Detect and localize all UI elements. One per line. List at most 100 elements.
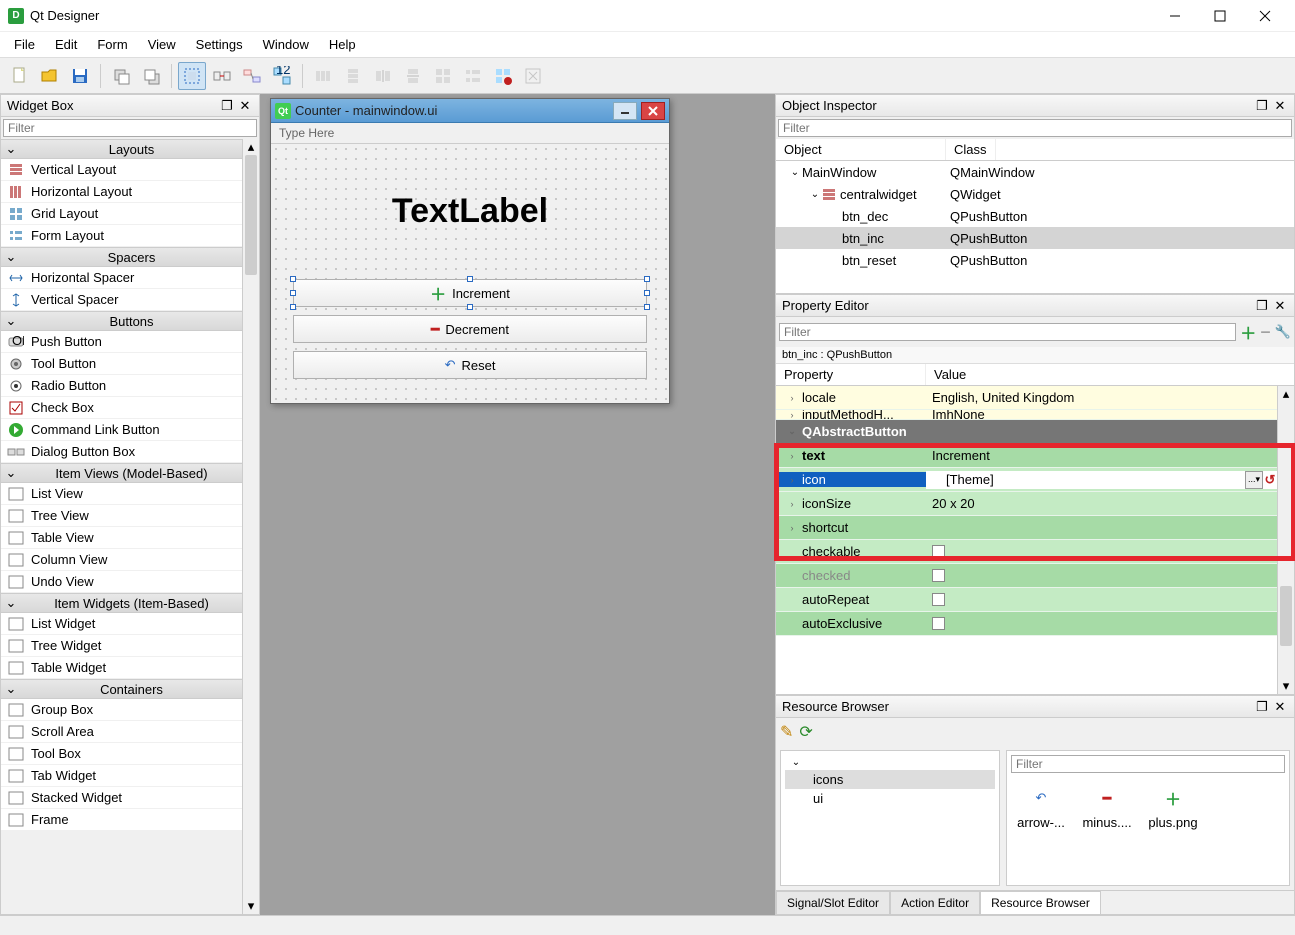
dropdown-button[interactable]: ...▾ — [1245, 471, 1263, 489]
add-property-icon[interactable]: ＋ — [1240, 320, 1256, 344]
widget-item[interactable]: Frame — [1, 809, 242, 831]
scroll-up-icon[interactable]: ▴ — [1278, 386, 1294, 402]
resource-item[interactable]: ━minus.... — [1081, 785, 1133, 830]
selection-handle[interactable] — [290, 276, 296, 282]
layout-form-button[interactable] — [459, 62, 487, 90]
break-layout-button[interactable] — [489, 62, 517, 90]
widget-item[interactable]: List View — [1, 483, 242, 505]
object-tree-row[interactable]: btn_decQPushButton — [776, 205, 1294, 227]
property-expander[interactable]: › — [786, 475, 798, 485]
widget-item[interactable]: Vertical Layout — [1, 159, 242, 181]
widget-item[interactable]: Form Layout — [1, 225, 242, 247]
menu-view[interactable]: View — [138, 33, 186, 56]
property-expander[interactable]: › — [786, 393, 798, 403]
adjust-size-button[interactable] — [519, 62, 547, 90]
property-row[interactable]: ›shortcut — [776, 516, 1277, 540]
property-row[interactable]: autoExclusive — [776, 612, 1277, 636]
tree-expander[interactable]: ⌄ — [808, 189, 822, 200]
selection-handle[interactable] — [290, 304, 296, 310]
widget-item[interactable]: Column View — [1, 549, 242, 571]
resource-item[interactable]: ↶arrow-... — [1015, 785, 1067, 830]
property-row[interactable]: ›localeEnglish, United Kingdom — [776, 386, 1277, 410]
chevron-down-icon[interactable]: ⌄ — [1, 681, 21, 697]
design-button[interactable]: ＋Increment — [293, 279, 647, 307]
selection-handle[interactable] — [467, 304, 473, 310]
form-menu-hint[interactable]: Type Here — [271, 123, 669, 144]
checkbox-icon[interactable] — [932, 617, 945, 630]
widget-box-filter[interactable] — [3, 119, 257, 137]
send-back-button[interactable] — [107, 62, 135, 90]
menu-window[interactable]: Window — [253, 33, 319, 56]
widget-item[interactable]: Tree Widget — [1, 635, 242, 657]
widget-item[interactable]: List Widget — [1, 613, 242, 635]
tree-expander[interactable]: ⌄ — [788, 167, 802, 178]
class-header-col[interactable]: Class — [946, 139, 996, 160]
checkbox-icon[interactable] — [932, 545, 945, 558]
selection-handle[interactable] — [467, 276, 473, 282]
chevron-down-icon[interactable]: ⌄ — [1, 141, 21, 157]
object-tree-row[interactable]: ⌄MainWindowQMainWindow — [776, 161, 1294, 183]
settings-icon[interactable]: 🔧 — [1275, 324, 1291, 340]
widget-item[interactable]: Tool Box — [1, 743, 242, 765]
edit-tab-order-button[interactable]: 12 — [268, 62, 296, 90]
widget-item[interactable]: Horizontal Spacer — [1, 267, 242, 289]
form-close-button[interactable] — [641, 102, 665, 120]
widget-item[interactable]: Command Link Button — [1, 419, 242, 441]
checkbox-icon[interactable] — [932, 593, 945, 606]
selection-handle[interactable] — [644, 276, 650, 282]
design-button[interactable]: ━Decrement — [293, 315, 647, 343]
widget-category[interactable]: ⌄Item Views (Model-Based) — [1, 463, 242, 483]
property-filter[interactable] — [779, 323, 1236, 341]
widget-item[interactable]: Check Box — [1, 397, 242, 419]
resource-tree-item[interactable]: icons — [785, 770, 995, 789]
resource-tree-item[interactable]: ⌄ — [785, 755, 995, 770]
widget-item[interactable]: Radio Button — [1, 375, 242, 397]
widget-item[interactable]: OKPush Button — [1, 331, 242, 353]
widget-item[interactable]: Horizontal Layout — [1, 181, 242, 203]
widget-item[interactable]: Table View — [1, 527, 242, 549]
widget-category[interactable]: ⌄Item Widgets (Item-Based) — [1, 593, 242, 613]
dock-close-icon[interactable]: ✕ — [1272, 298, 1288, 314]
selection-handle[interactable] — [290, 290, 296, 296]
widget-box-scrollbar[interactable]: ▴ ▾ — [242, 139, 259, 914]
edit-signals-button[interactable] — [208, 62, 236, 90]
menu-edit[interactable]: Edit — [45, 33, 87, 56]
maximize-button[interactable] — [1197, 1, 1242, 31]
form-window[interactable]: Qt Counter - mainwindow.ui Type Here Tex… — [270, 98, 670, 404]
form-titlebar[interactable]: Qt Counter - mainwindow.ui — [271, 99, 669, 123]
scroll-down-icon[interactable]: ▾ — [1278, 678, 1294, 694]
widget-item[interactable]: Group Box — [1, 699, 242, 721]
resource-tree-item[interactable]: ui — [785, 789, 995, 808]
bottom-tab[interactable]: Action Editor — [890, 891, 980, 914]
widget-item[interactable]: Tab Widget — [1, 765, 242, 787]
chevron-down-icon[interactable]: ⌄ — [1, 249, 21, 265]
widget-item[interactable]: Table Widget — [1, 657, 242, 679]
minimize-button[interactable] — [1152, 1, 1197, 31]
dock-close-icon[interactable]: ✕ — [237, 98, 253, 114]
save-button[interactable] — [66, 62, 94, 90]
object-header-col[interactable]: Object — [776, 139, 946, 160]
layout-vertical-button[interactable] — [339, 62, 367, 90]
reload-resources-icon[interactable]: ⟳ — [799, 722, 812, 742]
dock-float-icon[interactable]: ❐ — [1254, 298, 1270, 314]
menu-file[interactable]: File — [4, 33, 45, 56]
chevron-down-icon[interactable]: ⌄ — [1, 595, 21, 611]
remove-property-icon[interactable]: − — [1260, 322, 1271, 343]
edit-widgets-button[interactable] — [178, 62, 206, 90]
layout-vsplit-button[interactable] — [399, 62, 427, 90]
tree-expander[interactable]: ⌄ — [789, 757, 803, 768]
widget-category[interactable]: ⌄Spacers — [1, 247, 242, 267]
property-row[interactable]: checked — [776, 564, 1277, 588]
property-expander[interactable]: › — [786, 451, 798, 461]
design-canvas[interactable]: Qt Counter - mainwindow.ui Type Here Tex… — [260, 94, 775, 915]
widget-category[interactable]: ⌄Buttons — [1, 311, 242, 331]
widget-item[interactable]: Grid Layout — [1, 203, 242, 225]
dock-close-icon[interactable]: ✕ — [1272, 699, 1288, 715]
widget-item[interactable]: Scroll Area — [1, 721, 242, 743]
property-row[interactable]: autoRepeat — [776, 588, 1277, 612]
property-row[interactable]: ›textIncrement — [776, 444, 1277, 468]
dock-float-icon[interactable]: ❐ — [219, 98, 235, 114]
layout-grid-button[interactable] — [429, 62, 457, 90]
widget-item[interactable]: Vertical Spacer — [1, 289, 242, 311]
widget-item[interactable]: Dialog Button Box — [1, 441, 242, 463]
